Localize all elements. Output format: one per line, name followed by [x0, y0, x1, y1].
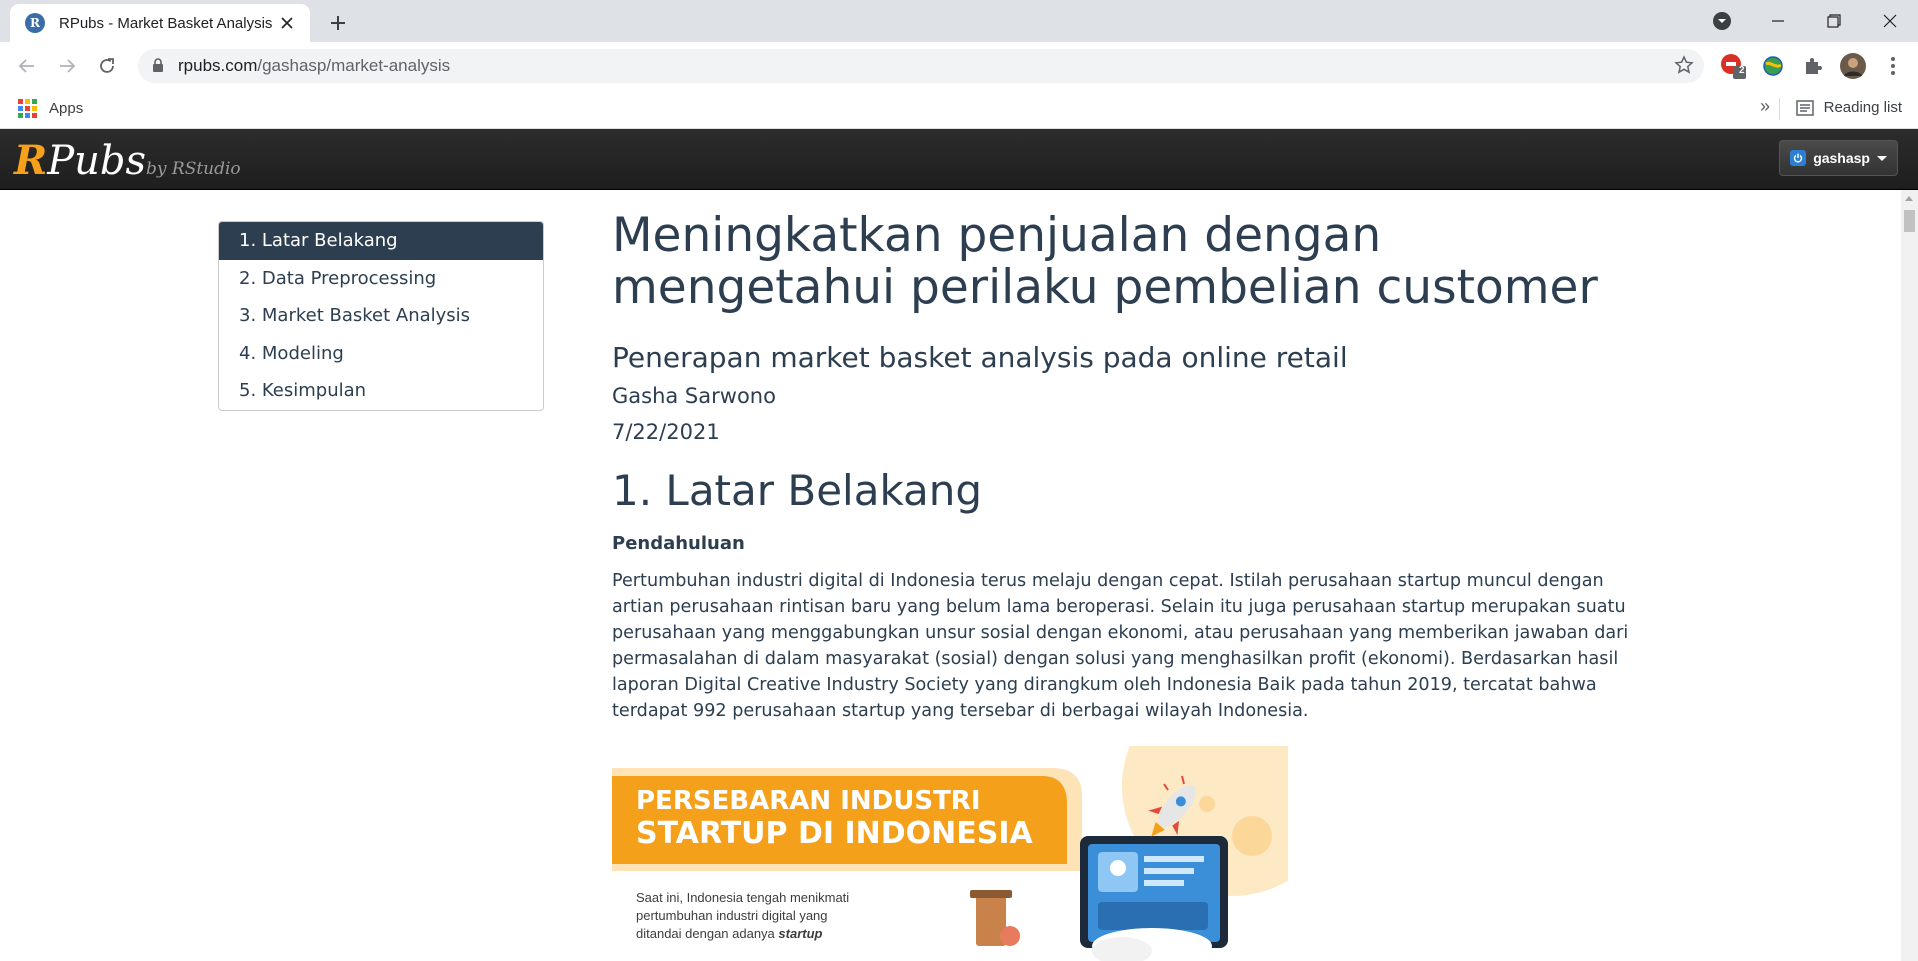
infographic-caption-line3: ditandai dengan adanya startup	[636, 926, 823, 941]
tab-search-icon[interactable]	[1707, 6, 1737, 36]
section-heading-latar-belakang: 1. Latar Belakang	[612, 466, 983, 515]
toc-item-latar-belakang[interactable]: 1. Latar Belakang	[219, 222, 543, 260]
document-date: 7/22/2021	[612, 420, 720, 444]
rpubs-navbar: RPubs by RStudio gashasp	[0, 129, 1918, 190]
restore-icon[interactable]	[1819, 6, 1849, 36]
menu-kebab-icon[interactable]	[1879, 52, 1907, 80]
address-bar[interactable]: rpubs.com/gashasp/market-analysis	[138, 49, 1704, 83]
tab-title: RPubs - Market Basket Analysis	[59, 14, 273, 32]
close-window-icon[interactable]	[1875, 6, 1905, 36]
minimize-icon[interactable]	[1763, 6, 1793, 36]
new-tab-button[interactable]	[325, 10, 351, 36]
tab-close-icon[interactable]	[276, 12, 298, 34]
reading-list-button[interactable]: Reading list	[1795, 99, 1902, 116]
document-title: Meningkatkan penjualan dengan mengetahui…	[612, 208, 1598, 315]
toc-item-modeling[interactable]: 4. Modeling	[219, 335, 543, 373]
globe-extension-icon[interactable]	[1759, 52, 1787, 80]
document-body: Meningkatkan penjualan dengan mengetahui…	[612, 210, 1652, 724]
back-icon[interactable]	[12, 51, 42, 81]
document-subtitle: Penerapan market basket analysis pada on…	[612, 341, 1348, 374]
bookmark-star-icon[interactable]	[1674, 55, 1694, 80]
toc-item-data-preprocessing[interactable]: 2. Data Preprocessing	[219, 260, 543, 298]
startup-infographic-image: PERSEBARAN INDUSTRI STARTUP DI INDONESIA…	[612, 746, 1288, 961]
browser-tab-active[interactable]: R RPubs - Market Basket Analysis	[10, 4, 310, 42]
scroll-up-arrow-icon[interactable]	[1905, 196, 1913, 201]
forward-icon[interactable]	[52, 51, 82, 81]
infographic-caption-line2: pertumbuhan industri digital yang	[636, 908, 828, 923]
section-subheading-pendahuluan: Pendahuluan	[612, 533, 745, 554]
apps-bookmark[interactable]: Apps	[18, 99, 83, 118]
bookmarks-divider	[1779, 98, 1780, 120]
rpubs-logo[interactable]: RPubs	[14, 137, 146, 184]
lock-icon[interactable]	[152, 58, 164, 78]
section-paragraph: Pertumbuhan industri digital di Indonesi…	[612, 571, 1629, 721]
adblock-extension-icon[interactable]: 2	[1719, 52, 1747, 80]
toc-item-kesimpulan[interactable]: 5. Kesimpulan	[219, 372, 543, 410]
infographic-banner-line1: PERSEBARAN INDUSTRI	[636, 786, 981, 816]
bookmarks-bar: Apps » Reading list	[0, 90, 1918, 129]
url-text[interactable]: rpubs.com/gashasp/market-analysis	[178, 56, 450, 76]
rpubs-favicon-icon: R	[25, 13, 45, 33]
reload-icon[interactable]	[92, 51, 122, 81]
user-menu-button[interactable]: gashasp	[1779, 140, 1898, 176]
chevron-down-icon	[1877, 155, 1887, 161]
apps-label: Apps	[49, 100, 84, 117]
extension-badge: 2	[1739, 65, 1745, 76]
extensions-puzzle-icon[interactable]	[1799, 52, 1827, 80]
page-scrollbar[interactable]	[1901, 190, 1918, 961]
rpubs-by-rstudio: by RStudio	[146, 159, 241, 179]
browser-toolbar: rpubs.com/gashasp/market-analysis 2	[0, 42, 1918, 90]
reading-list-label: Reading list	[1823, 99, 1902, 116]
toc-item-market-basket-analysis[interactable]: 3. Market Basket Analysis	[219, 297, 543, 335]
scrollbar-thumb[interactable]	[1904, 210, 1915, 232]
reading-list-icon	[1795, 99, 1814, 116]
infographic-caption-line1: Saat ini, Indonesia tengah menikmati	[636, 890, 849, 905]
document-author: Gasha Sarwono	[612, 384, 776, 408]
table-of-contents: 1. Latar Belakang 2. Data Preprocessing …	[218, 221, 544, 411]
profile-avatar[interactable]	[1839, 52, 1867, 80]
infographic-banner-line2: STARTUP DI INDONESIA	[636, 816, 1034, 851]
username: gashasp	[1813, 150, 1870, 166]
browser-tab-strip: R RPubs - Market Basket Analysis	[0, 0, 1918, 42]
power-icon	[1790, 150, 1807, 166]
apps-grid-icon	[18, 99, 37, 118]
more-bookmarks-chevron-icon[interactable]: »	[1760, 96, 1770, 117]
